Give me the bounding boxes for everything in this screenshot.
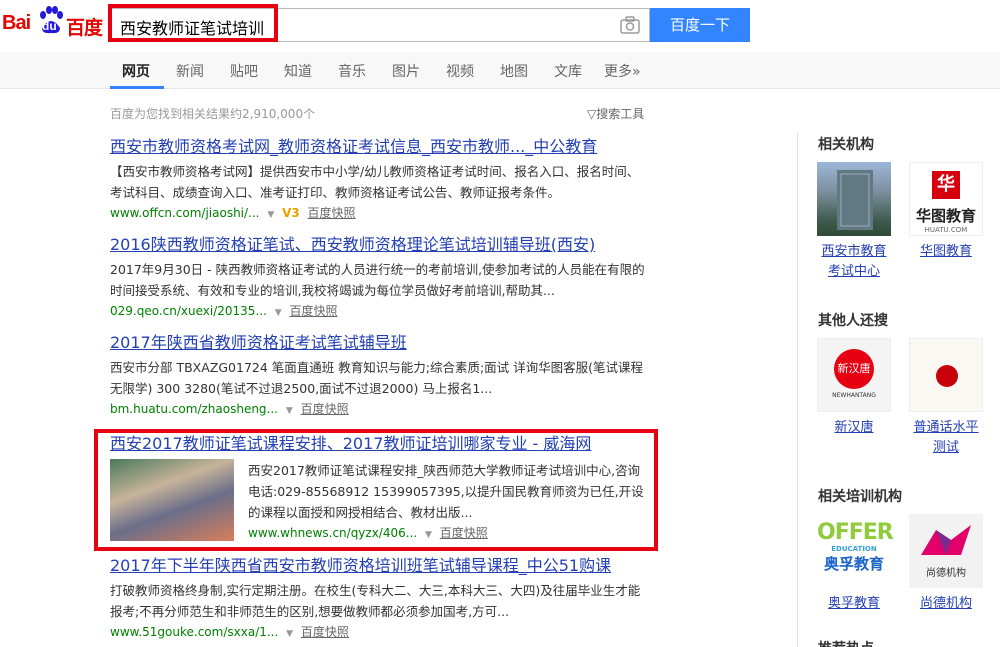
search-result: 2017年下半年陕西省西安市教师资格培训班笔试辅导课程_中公51购课 打破教师资… [110, 556, 650, 644]
tab-news[interactable]: 新闻 [176, 61, 204, 81]
search-tools-button[interactable]: ▽搜索工具 [587, 105, 644, 122]
huatu-logo-text: 华图教育 [915, 207, 976, 225]
aofu-logo-text: 奥孚教育 [823, 555, 884, 573]
tab-images[interactable]: 图片 [392, 61, 420, 81]
tab-music[interactable]: 音乐 [338, 61, 366, 81]
header: Bai du 百度 西安教师证笔试培训 百度一下 [0, 0, 1000, 52]
sidebar-item-label[interactable]: 尚德机构 [904, 594, 988, 614]
search-result: 2017年陕西省教师资格证考试笔试辅导班 西安市分部 TBXAZG01724 笔… [110, 333, 650, 421]
xinhantang-sub: NEWHANTANG [832, 392, 876, 399]
dropdown-arrow-icon[interactable]: ▼ [286, 629, 293, 639]
baidu-logo[interactable]: Bai du 百度 [2, 6, 103, 42]
snapshot-link[interactable]: 百度快照 [301, 625, 349, 639]
shangde-logo-text: 尚德机构 [926, 568, 966, 579]
v3-badge[interactable]: V3 [282, 206, 300, 220]
snapshot-link[interactable]: 百度快照 [289, 304, 337, 318]
result-url-line: www.offcn.com/jiaoshi/... ▼ V3 百度快照 [110, 203, 650, 225]
annotation-box-query [108, 4, 278, 42]
dropdown-arrow-icon[interactable]: ▼ [275, 308, 282, 318]
sidebar-item-label[interactable]: 西安市教育 考试中心 [812, 242, 896, 282]
camera-icon[interactable] [620, 16, 640, 34]
snapshot-link[interactable]: 百度快照 [308, 206, 356, 220]
putonghua-image[interactable] [909, 338, 983, 412]
result-url-line: bm.huatu.com/zhaosheng... ▼ 百度快照 [110, 399, 650, 421]
sidebar-heading: 相关培训机构 [818, 489, 902, 505]
huatu-logo-sub: HUATU.COM [924, 226, 968, 234]
result-abstract: 【西安市教师资格考试网】提供西安市中小学/幼儿教师资格证考试时间、报名入口、报名… [110, 164, 640, 200]
result-abstract: 西安市分部 TBXAZG01724 笔面直通班 教育知识与能力;综合素质;面试 … [110, 360, 644, 396]
search-result: 西安市教师资格考试网_教师资格证考试信息_西安市教师..._中公教育 【西安市教… [110, 137, 650, 225]
snapshot-link[interactable]: 百度快照 [301, 402, 349, 416]
tab-map[interactable]: 地图 [500, 61, 528, 81]
sidebar-item-label[interactable]: 华图教育 [904, 242, 988, 262]
result-title[interactable]: 西安市教师资格考试网_教师资格证考试信息_西安市教师..._中公教育 [110, 137, 650, 157]
logo-cn-text: 百度 [66, 17, 103, 39]
annotation-box-result [94, 429, 658, 551]
tab-tieba[interactable]: 贴吧 [230, 61, 258, 81]
huatu-logo-mark: 华 [932, 171, 960, 199]
nav-tabs: 网页 新闻 贴吧 知道 音乐 图片 视频 地图 文库 更多» [0, 52, 1000, 89]
result-title[interactable]: 2017年陕西省教师资格证考试笔试辅导班 [110, 333, 650, 353]
aofu-logo[interactable]: OFFER EDUCATION 奥孚教育 [817, 514, 894, 588]
tab-wenku[interactable]: 文库 [554, 61, 582, 81]
result-title[interactable]: 2016陕西教师资格证笔试、西安教师资格理论笔试培训辅导班(西安) [110, 235, 650, 255]
sidebar-item-label[interactable]: 新汉唐 [812, 418, 896, 438]
label-line: 普通话水平 [913, 420, 979, 435]
result-abstract: 2017年9月30日 - 陕西教师资格证考试的人员进行统一的考前培训,使参加考试… [110, 262, 645, 298]
search-result: 2016陕西教师资格证笔试、西安教师资格理论笔试培训辅导班(西安) 2017年9… [110, 235, 650, 323]
sidebar-item-label[interactable]: 普通话水平 测试 [904, 418, 988, 458]
label-line: 考试中心 [827, 264, 880, 279]
active-tab-indicator [110, 86, 164, 89]
tab-more[interactable]: 更多» [604, 61, 641, 81]
result-url[interactable]: bm.huatu.com/zhaosheng... [110, 402, 278, 416]
tab-video[interactable]: 视频 [446, 61, 474, 81]
filter-icon: ▽ [587, 107, 597, 121]
result-url[interactable]: 029.qeo.cn/xuexi/20135... [110, 304, 267, 318]
result-title[interactable]: 2017年下半年陕西省西安市教师资格培训班笔试辅导课程_中公51购课 [110, 556, 650, 576]
emblem-icon [936, 365, 958, 387]
building-photo[interactable] [817, 162, 891, 236]
huatu-logo[interactable]: 华 华图教育 HUATU.COM [909, 162, 983, 236]
building-icon [837, 170, 873, 230]
sidebar-divider [797, 132, 798, 647]
aofu-logo-sub: EDUCATION [831, 545, 877, 553]
sidebar-heading: 相关机构 [818, 137, 874, 153]
dropdown-arrow-icon[interactable]: ▼ [267, 210, 274, 220]
logo-du-text: du [42, 19, 57, 33]
sidebar-heading: 推荐热点 [818, 638, 874, 647]
xinhantang-logo[interactable]: 新汉唐 NEWHANTANG [817, 338, 891, 412]
xinhantang-circle: 新汉唐 [834, 349, 874, 389]
logo-bai-text: Bai [2, 12, 31, 34]
result-url[interactable]: www.offcn.com/jiaoshi/... [110, 206, 260, 220]
result-count: 百度为您找到相关结果约2,910,000个 [110, 107, 316, 121]
label-line: 西安市教育 [821, 244, 887, 259]
result-url[interactable]: www.51gouke.com/sxxa/1... [110, 625, 278, 639]
aofu-logo-mark: OFFER [817, 520, 894, 545]
tab-web[interactable]: 网页 [122, 61, 150, 81]
result-url-line: www.51gouke.com/sxxa/1... ▼ 百度快照 [110, 622, 650, 644]
label-line: 测试 [932, 440, 959, 455]
shangde-mark-icon [921, 525, 971, 555]
result-abstract: 打破教师资格终身制,实行定期注册。在校生(专科大二、大三,本科大三、大四)及往届… [110, 583, 641, 619]
sidebar-item-label[interactable]: 奥孚教育 [812, 594, 896, 614]
result-url-line: 029.qeo.cn/xuexi/20135... ▼ 百度快照 [110, 301, 650, 323]
sidebar-heading: 其他人还搜 [818, 313, 888, 329]
search-tools-label: 搜索工具 [596, 107, 645, 121]
shangde-logo[interactable]: 尚德机构 [909, 514, 983, 588]
search-button[interactable]: 百度一下 [650, 8, 750, 42]
tab-zhidao[interactable]: 知道 [284, 61, 312, 81]
dropdown-arrow-icon[interactable]: ▼ [286, 406, 293, 416]
